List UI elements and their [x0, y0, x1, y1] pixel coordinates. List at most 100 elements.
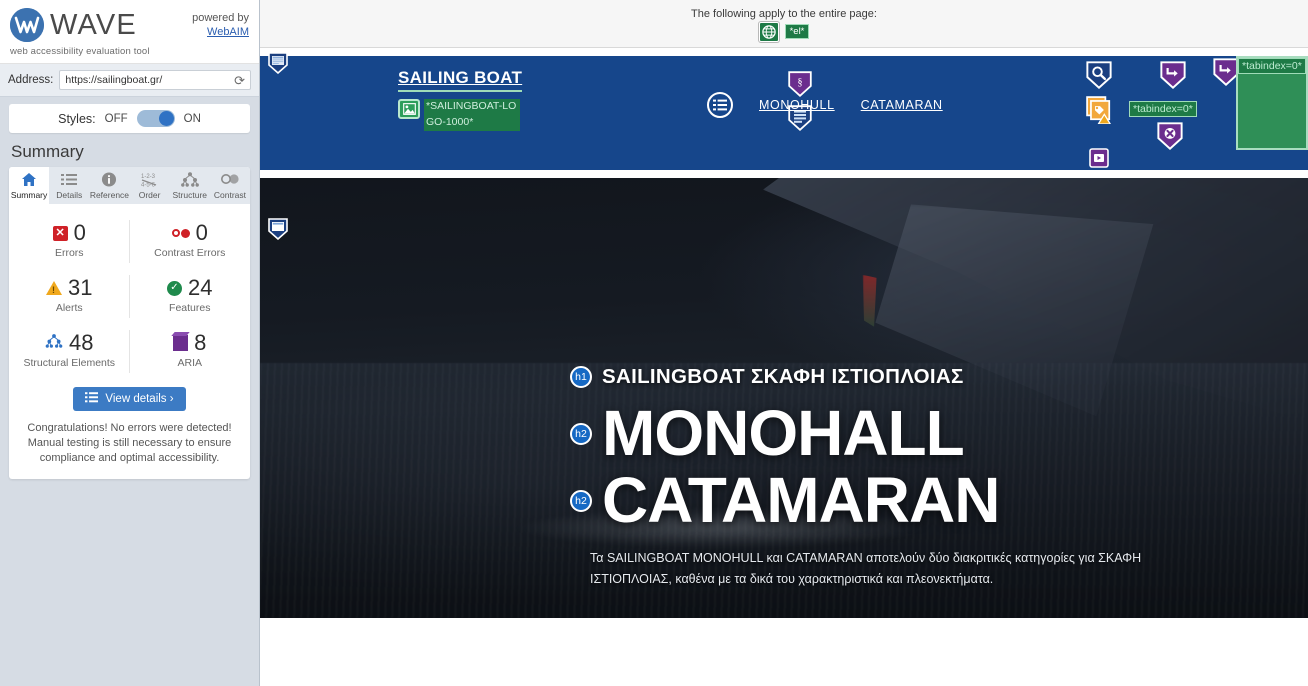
hero-content: h1 SAILINGBOAT ΣΚΑΦΗ ΙΣΤΙΟΠΛΟΙΑΣ h2 MONO…: [260, 365, 1308, 618]
stat-features-label: Features: [169, 302, 211, 315]
stats-row-2: 31 Alerts ✓ 24 Features: [9, 269, 250, 324]
stat-alerts[interactable]: 31 Alerts: [9, 269, 130, 324]
wave-tagline: web accessibility evaluation tool: [10, 46, 150, 57]
styles-toggle-card: Styles: OFF ON: [9, 104, 250, 133]
wave-tabbar: Summary Details Reference 1-2-3 4-5-6 Or…: [9, 167, 250, 205]
wave-wordmark: WAVE: [50, 8, 137, 41]
contrast-error-icon: [171, 228, 190, 238]
logo-alt-annotation: *SAILINGBOAT-LOGO-1000*: [398, 99, 522, 131]
tabindex-badge-1[interactable]: *tabindex=0*: [1129, 101, 1197, 117]
stat-alerts-label: Alerts: [55, 302, 83, 315]
tab-contrast[interactable]: Contrast: [210, 167, 250, 204]
stats-row-3: 48 Structural Elements 8 ARIA: [9, 324, 250, 379]
stat-contrast-errors-label: Contrast Errors: [154, 247, 226, 260]
webaim-link[interactable]: WebAIM: [207, 26, 249, 38]
stat-structural-elements-value: 48: [69, 330, 94, 356]
congratulations-message: Congratulations! No errors were detected…: [27, 422, 232, 465]
stat-errors-label: Errors: [54, 247, 84, 260]
site-logo-link[interactable]: SAILING BOAT: [398, 68, 523, 92]
error-icon: ✕: [52, 225, 68, 241]
tab-details-label: Details: [56, 190, 83, 200]
hero-h2-monohall: MONOHALL: [602, 396, 965, 469]
redundant-link-icon[interactable]: [1160, 61, 1186, 94]
stat-features[interactable]: ✓ 24 Features: [130, 269, 251, 324]
powered-by: powered by WebAIM: [192, 8, 249, 40]
tab-contrast-label: Contrast: [213, 190, 246, 200]
view-details-button[interactable]: View details ›: [73, 387, 186, 412]
lang-code-badge[interactable]: *el*: [784, 24, 810, 39]
styles-on-label: ON: [183, 112, 201, 125]
stat-aria-label: ARIA: [177, 357, 202, 370]
h2-badge-icon-monohall[interactable]: h2: [570, 422, 592, 445]
summary-title: Summary: [11, 142, 84, 161]
site-header-bar: SAILING BOAT *SAILINGBOAT-LOGO-1000* § M…: [260, 48, 1308, 178]
summary-stats: ✕ 0 Errors 0 Contrast Errors ! 31 Alerts…: [9, 204, 250, 383]
wave-sidebar: WAVE web accessibility evaluation tool p…: [0, 0, 260, 686]
site-logo-block: SAILING BOAT *SAILINGBOAT-LOGO-1000*: [398, 68, 523, 131]
search-icon[interactable]: [1086, 61, 1112, 94]
home-icon: [9, 172, 49, 189]
language-globe-icon[interactable]: [758, 21, 779, 42]
wave-brand: WAVE web accessibility evaluation tool: [10, 8, 150, 57]
stats-row-1: ✕ 0 Errors 0 Contrast Errors: [9, 214, 250, 269]
hamburger-menu-icon[interactable]: [707, 92, 733, 118]
svg-text:§: §: [798, 77, 803, 88]
stat-structural-elements[interactable]: 48 Structural Elements: [9, 324, 130, 379]
alt-text-warning-icon[interactable]: [1086, 96, 1114, 129]
tab-reference[interactable]: Reference: [89, 167, 129, 204]
tab-structure[interactable]: Structure: [170, 167, 210, 204]
tab-summary[interactable]: Summary: [9, 167, 50, 205]
wave-app-window: WAVE web accessibility evaluation tool p…: [0, 0, 1308, 686]
reload-icon[interactable]: ⟳: [234, 74, 245, 87]
h2-badge-icon-catamaran[interactable]: h2: [570, 489, 592, 512]
main-region-marker[interactable]: [268, 218, 288, 241]
svg-text:4-5-6: 4-5-6: [141, 183, 156, 188]
nav-link-catamaran[interactable]: CATAMARAN: [861, 98, 943, 112]
hero-section: h1 SAILINGBOAT ΣΚΑΦΗ ΙΣΤΙΟΠΛΟΙΑΣ h2 MONO…: [260, 178, 1308, 618]
list-icon: [49, 172, 89, 189]
stat-structural-elements-label: Structural Elements: [23, 357, 116, 370]
tab-structure-label: Structure: [172, 190, 208, 200]
powered-by-label: powered by: [192, 12, 249, 24]
tab-summary-label: Summary: [10, 190, 48, 200]
h1-badge-icon[interactable]: h1: [570, 365, 592, 388]
header-wave-icons: *tabindex=0* *tabindex=0*: [1078, 56, 1308, 186]
tabindex-badge-2[interactable]: *tabindex=0*: [1238, 58, 1306, 74]
stat-errors[interactable]: ✕ 0 Errors: [9, 214, 130, 269]
toggle-knob: [158, 111, 174, 126]
header-region-marker[interactable]: [268, 52, 288, 75]
contrast-icon: [210, 172, 250, 189]
stat-errors-value: 0: [73, 220, 86, 246]
noscript-icon[interactable]: [1157, 122, 1183, 155]
stat-aria[interactable]: 8 ARIA: [130, 324, 251, 379]
summary-panel: Summary Details Reference 1-2-3 4-5-6 Or…: [9, 167, 250, 479]
list-icon: [85, 392, 99, 406]
video-icon[interactable]: [1089, 148, 1109, 173]
tab-reference-label: Reference: [89, 190, 130, 200]
evaluated-page-frame: The following apply to the entire page: …: [260, 0, 1308, 686]
styles-label: Styles:: [58, 111, 96, 126]
styles-toggle[interactable]: [136, 110, 175, 127]
hero-h1: SAILINGBOAT ΣΚΑΦΗ ΙΣΤΙΟΠΛΟΙΑΣ: [602, 364, 964, 388]
nav-link-monohull[interactable]: MONOHULL: [759, 98, 835, 112]
tab-order[interactable]: 1-2-3 4-5-6 Order: [130, 167, 170, 204]
logo-alt-text: *SAILINGBOAT-LOGO-1000*: [424, 99, 520, 131]
structural-elements-icon: [45, 334, 63, 353]
alert-icon: [46, 281, 62, 296]
stat-aria-value: 8: [194, 330, 207, 356]
stat-contrast-errors[interactable]: 0 Contrast Errors: [130, 214, 251, 269]
address-value: https://sailingboat.gr/: [65, 74, 163, 86]
aria-icon: [173, 335, 189, 352]
image-alt-icon[interactable]: [398, 99, 420, 119]
page-level-note: The following apply to the entire page: …: [260, 0, 1308, 48]
address-bar: Address: https://sailingboat.gr/ ⟳: [0, 64, 259, 97]
info-icon: [89, 172, 129, 189]
address-input[interactable]: https://sailingboat.gr/ ⟳: [59, 70, 251, 90]
tab-details[interactable]: Details: [49, 167, 89, 204]
stat-contrast-errors-value: 0: [195, 220, 208, 246]
site-nav: MONOHULL CATAMARAN: [707, 92, 943, 118]
svg-text:1-2-3: 1-2-3: [141, 174, 156, 180]
structure-icon: [170, 172, 210, 189]
view-details-wrap: View details ›: [9, 383, 250, 421]
hero-h1-row: h1 SAILINGBOAT ΣΚΑΦΗ ΙΣΤΙΟΠΛΟΙΑΣ: [260, 365, 1308, 389]
